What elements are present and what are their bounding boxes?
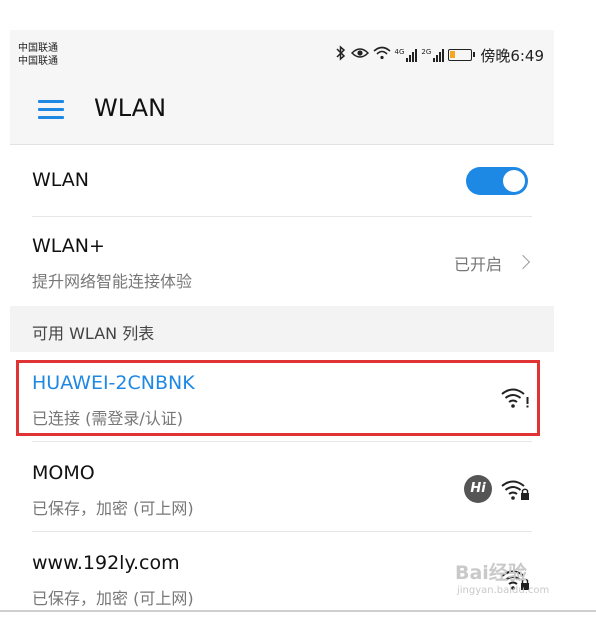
wlan-switch[interactable] [466, 167, 528, 195]
wlan-label: WLAN [32, 169, 90, 191]
watermark-brand: Bai经验 [455, 562, 527, 584]
status-bar: 中国联通 中国联通 4G 2G 傍晚6:49 [10, 30, 554, 78]
wlan-plus-label: WLAN+ [32, 235, 105, 257]
switch-knob [503, 170, 525, 192]
network-type-1: 4G [394, 48, 405, 56]
wifi-warning-icon [501, 388, 529, 408]
network-status: 已连接 (需登录/认证) [32, 409, 183, 428]
network-status: 已保存，加密 (可上网) [32, 499, 194, 518]
wlan-toggle-row[interactable]: WLAN [10, 145, 554, 217]
bottom-divider [0, 610, 596, 612]
section-title: 可用 WLAN 列表 [32, 324, 155, 343]
signal-icon: 4G [395, 48, 418, 62]
wifi-lock-icon [501, 480, 529, 500]
carrier-1: 中国联通 [18, 43, 58, 54]
network-ssid: www.192ly.com [32, 552, 180, 574]
network-ssid: MOMO [32, 462, 95, 484]
wlan-plus-status: 已开启 [453, 255, 502, 274]
page-title: WLAN [94, 94, 167, 122]
wifi-status-icon [373, 46, 391, 64]
network-item-huawei[interactable]: HUAWEI-2CNBNK 已连接 (需登录/认证) [10, 352, 554, 442]
hamburger-menu-icon[interactable] [38, 100, 64, 120]
hilink-badge-icon: Hi [464, 475, 492, 503]
chevron-right-icon [515, 254, 531, 270]
network-item-momo[interactable]: MOMO 已保存，加密 (可上网) Hi [10, 442, 554, 532]
network-status: 已保存，加密 (可上网) [32, 589, 194, 608]
signal-icon-2: 2G [421, 48, 445, 62]
eye-icon [350, 46, 369, 64]
app-bar: WLAN [10, 78, 554, 145]
bluetooth-icon [335, 45, 347, 65]
watermark-url: jingyan.baidu.com [457, 585, 550, 596]
wlan-plus-description: 提升网络智能连接体验 [32, 272, 193, 291]
carrier-2: 中国联通 [18, 56, 58, 67]
phone-screen: 中国联通 中国联通 4G 2G 傍晚6:49 WLAN WLAN WLAN+ 提… [10, 30, 554, 610]
watermark: Bai经验 jingyan.baidu.com [455, 558, 549, 596]
carrier-labels: 中国联通 中国联通 [18, 42, 58, 68]
battery-icon [448, 49, 476, 61]
network-ssid: HUAWEI-2CNBNK [32, 372, 195, 394]
clock: 傍晚6:49 [480, 46, 544, 65]
network-type-2: 2G [421, 48, 432, 56]
available-networks-header: 可用 WLAN 列表 [10, 306, 554, 352]
status-icons: 4G 2G 傍晚6:49 [335, 44, 544, 66]
wlan-plus-row[interactable]: WLAN+ 提升网络智能连接体验 已开启 [10, 217, 554, 306]
